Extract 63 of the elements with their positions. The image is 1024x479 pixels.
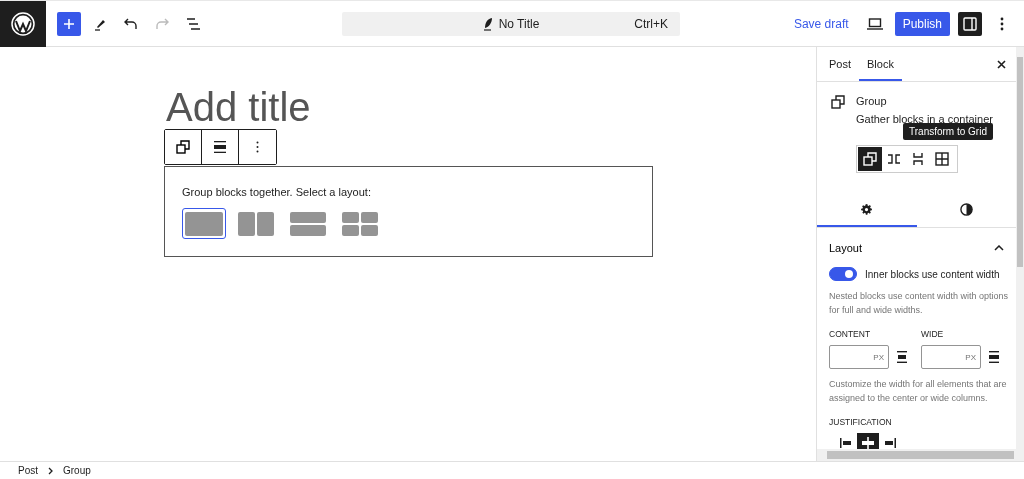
stack-icon — [913, 152, 923, 166]
chevron-right-icon — [48, 466, 53, 475]
grid-icon — [935, 152, 949, 166]
more-vertical-icon — [1000, 16, 1004, 31]
document-title: No Title — [498, 16, 540, 31]
command-palette-button[interactable]: No Title Ctrl+K — [342, 11, 680, 36]
sidebar-icon — [963, 16, 977, 31]
justification-button[interactable] — [857, 433, 879, 449]
keyboard-shortcut: Ctrl+K — [634, 16, 668, 31]
chevron-up-icon — [994, 245, 1005, 251]
block-type-button[interactable] — [165, 130, 202, 164]
title-placeholder[interactable]: Add title — [164, 85, 311, 129]
block-title: Group — [856, 95, 888, 107]
help-text: Customize the width for all elements that are assigned to the center or wide columns. — [829, 378, 1008, 405]
list-view-icon — [186, 17, 200, 30]
feather-icon — [482, 16, 493, 31]
justification-label: JUSTIFICATION — [829, 417, 893, 427]
placeholder-instructions: Group blocks together. Select a layout: — [182, 186, 372, 198]
laptop-icon — [866, 17, 883, 30]
grid-layout-icon — [342, 211, 378, 236]
plus-icon — [63, 17, 75, 30]
variation-button[interactable] — [858, 147, 882, 171]
width-input[interactable]: PX — [829, 345, 889, 369]
more-vertical-icon — [256, 141, 259, 153]
row-layout-icon — [238, 211, 274, 236]
justify-center-icon — [861, 437, 875, 449]
undo-icon — [124, 17, 138, 30]
width-input[interactable]: PX — [921, 345, 981, 369]
layout-panel-header[interactable]: Layout — [829, 230, 1013, 266]
contrast-icon — [959, 202, 973, 216]
field-label: CONTENT — [829, 329, 872, 339]
breadcrumb-link[interactable]: Post — [14, 465, 42, 476]
content-width-icon — [897, 351, 907, 363]
breadcrumb-link[interactable]: Group — [59, 465, 95, 476]
wordpress-logo[interactable] — [0, 0, 46, 47]
toggle-label: Inner blocks use content width — [865, 268, 1000, 280]
publish-button[interactable]: Publish — [894, 11, 950, 36]
align-icon — [214, 141, 226, 153]
settings-icon — [860, 202, 874, 216]
horizontal-scrollbar[interactable] — [817, 449, 1024, 461]
add-block-button[interactable] — [57, 11, 81, 36]
help-text: Nested blocks use content width with options for full and wide widths. — [829, 290, 1010, 317]
layout-option[interactable] — [182, 208, 226, 239]
vertical-scrollbar[interactable] — [1016, 47, 1024, 449]
stack-layout-icon — [290, 211, 326, 236]
redo-icon — [155, 17, 169, 30]
justify-right-icon — [884, 438, 896, 448]
wide-width-icon — [989, 351, 999, 363]
tooltip: Transform to Grid — [903, 123, 993, 140]
save-draft-button[interactable]: Save draft — [787, 16, 855, 31]
group-layout-icon — [185, 211, 223, 236]
field-label: WIDE — [921, 329, 945, 339]
settings-sidebar-toggle[interactable] — [958, 11, 982, 36]
close-icon — [996, 59, 1006, 69]
sidebar-tab[interactable]: Block — [859, 47, 902, 81]
group-icon — [863, 152, 877, 166]
group-icon — [831, 95, 845, 109]
justify-left-icon — [840, 438, 852, 448]
row-icon — [887, 154, 901, 164]
block-description: Gather blocks in a container — [856, 113, 993, 125]
sidebar-tab[interactable]: Post — [821, 47, 859, 81]
group-icon — [176, 140, 190, 154]
toggle-switch[interactable] — [829, 267, 857, 281]
